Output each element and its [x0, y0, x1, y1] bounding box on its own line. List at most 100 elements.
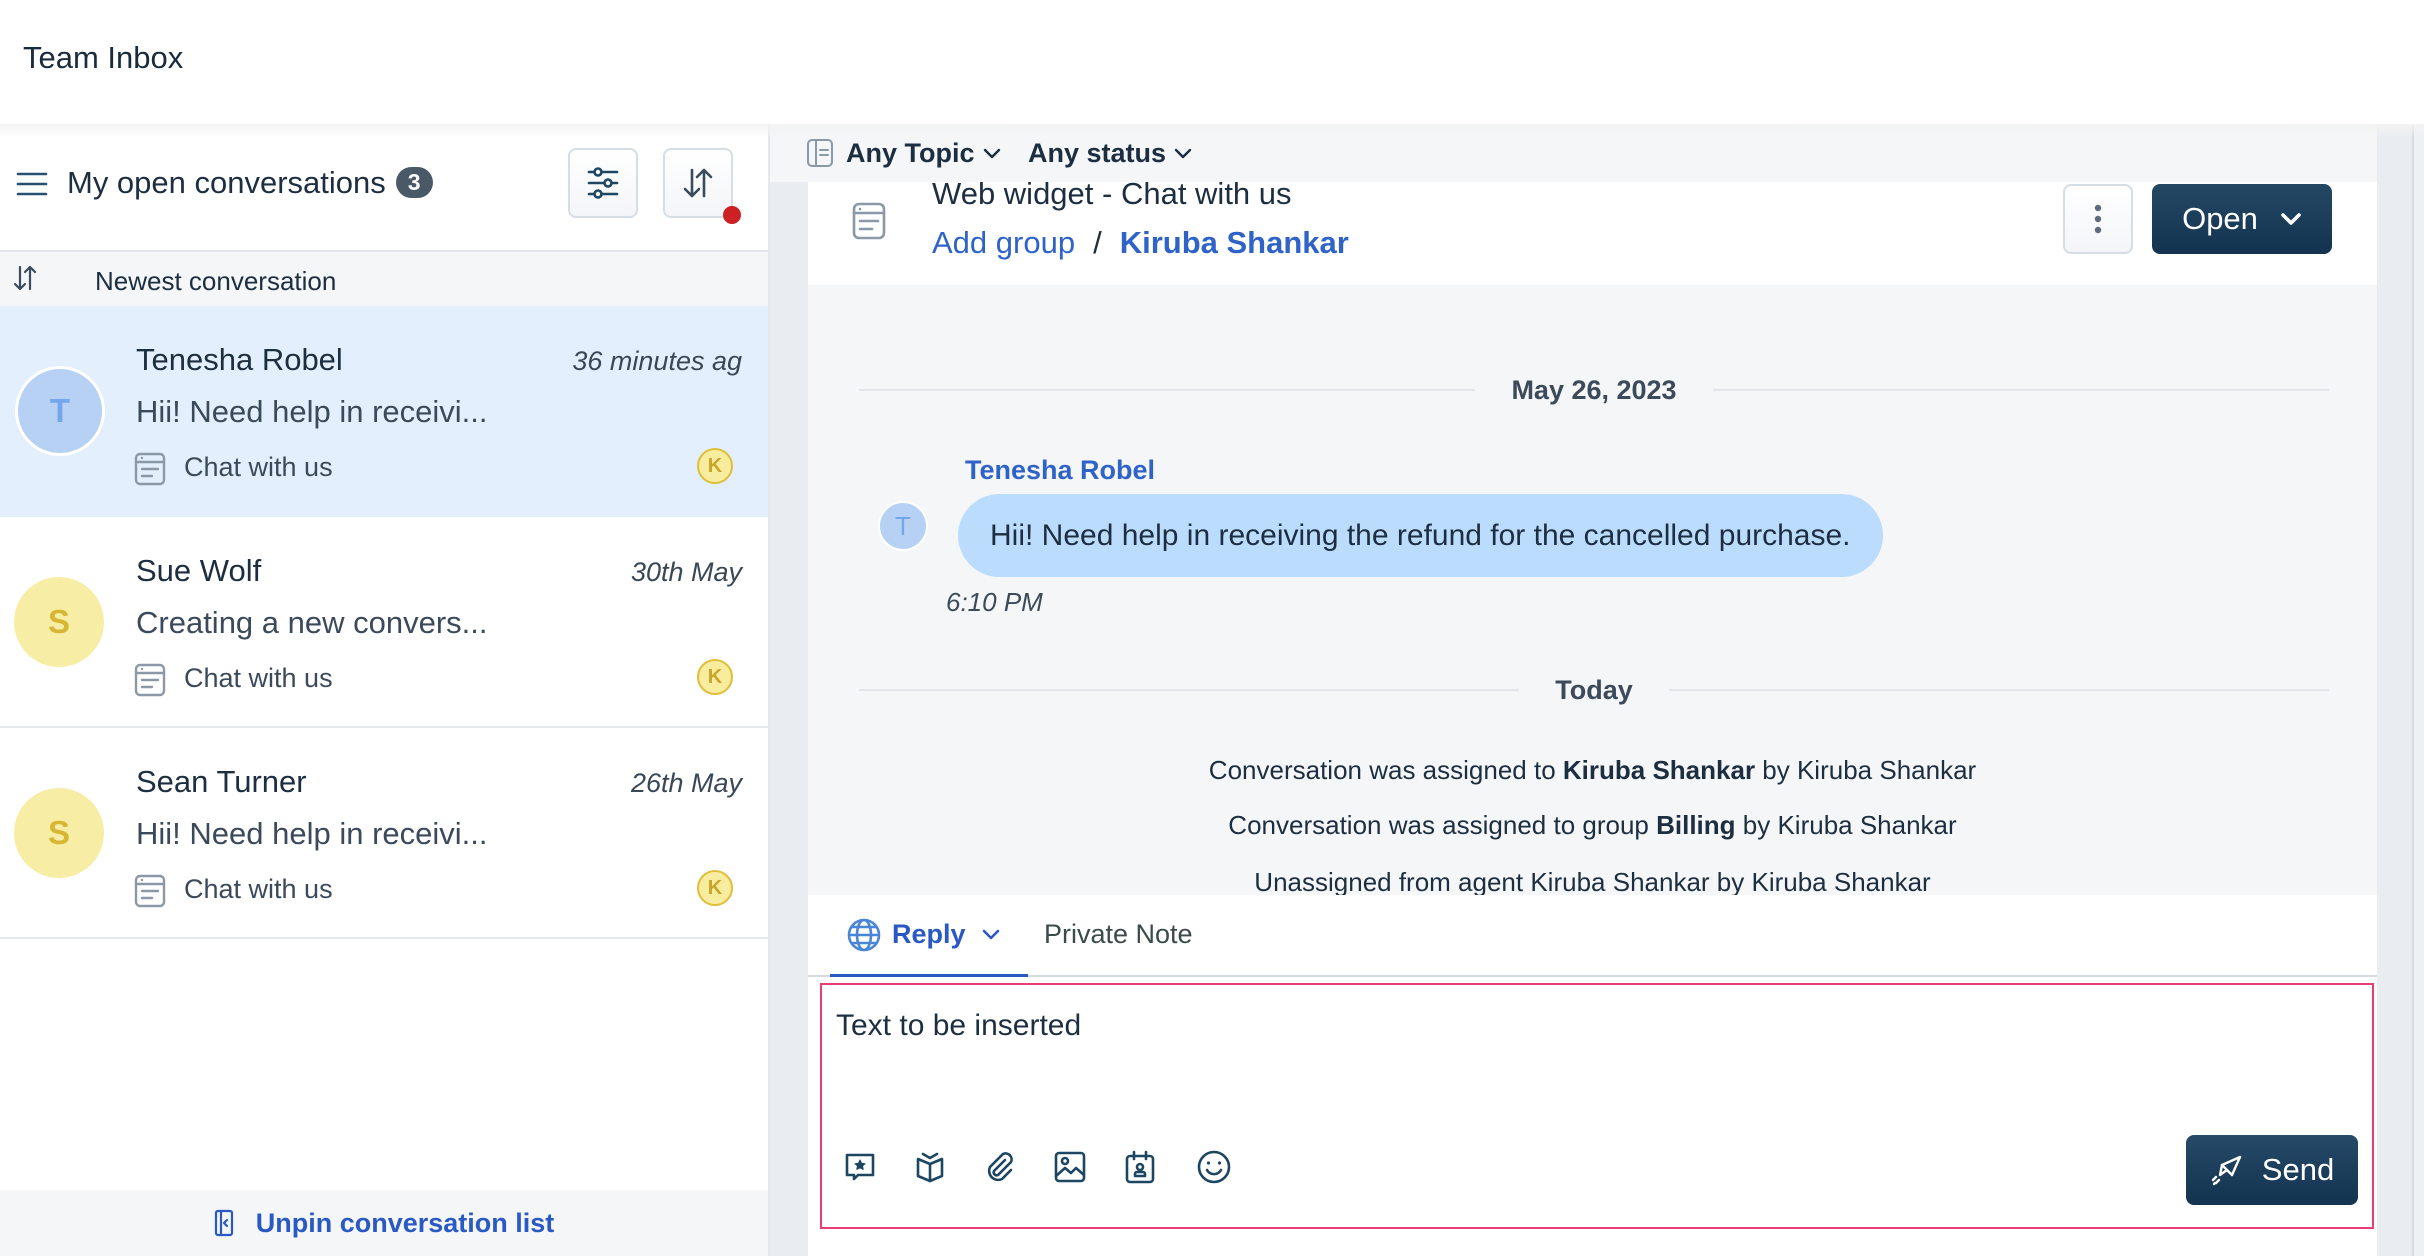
topic-filter-dropdown[interactable]: Any Topic [846, 138, 1001, 169]
image-icon[interactable] [1050, 1147, 1090, 1187]
sort-arrows-icon [681, 166, 715, 200]
unpin-panel-icon [214, 1209, 234, 1237]
status-filter-dropdown[interactable]: Any status [1028, 138, 1192, 169]
more-options-button[interactable] [2063, 184, 2133, 254]
send-label: Send [2261, 1152, 2335, 1187]
activity-message: Unassigned from agent Kiruba Shankar by … [808, 867, 2377, 898]
tab-reply[interactable]: Reply [830, 895, 1028, 977]
sort-row[interactable]: Newest conversation [0, 252, 768, 306]
send-button[interactable]: Send [2186, 1135, 2358, 1205]
reply-input[interactable]: Text to be inserted [836, 1009, 1081, 1043]
activity-text: Conversation was assigned to group [1228, 810, 1657, 840]
date-label: May 26, 2023 [1511, 374, 1677, 405]
page-title: Team Inbox [23, 40, 184, 75]
activity-message: Conversation was assigned to group Billi… [808, 810, 2377, 841]
list-title: My open conversations 3 [67, 165, 433, 201]
conversation-item[interactable]: T Tenesha Robel 36 minutes ag Hii! Need … [0, 306, 768, 517]
contact-name: Tenesha Robel [136, 342, 343, 377]
message-sender: Tenesha Robel [965, 455, 1156, 485]
notification-dot [723, 206, 741, 224]
conversation-time: 30th May [630, 557, 742, 587]
toggle-sidebar-icon[interactable] [806, 138, 834, 168]
contact-name: Sean Turner [136, 764, 307, 799]
filter-button[interactable] [568, 148, 638, 218]
sliders-icon [586, 166, 620, 200]
activity-message: Conversation was assigned to Kiruba Shan… [808, 755, 2377, 786]
filter-bar: Any Topic Any status [770, 124, 2377, 182]
reply-box: Reply Private Note Text to be inserted S… [808, 895, 2377, 1256]
unpin-conversation-list-button[interactable]: Unpin conversation list [0, 1190, 768, 1256]
date-divider: Today [859, 674, 2330, 705]
emoji-icon[interactable] [1194, 1147, 1234, 1187]
inbox-name: Chat with us [184, 452, 333, 482]
date-label: Today [1555, 674, 1633, 705]
status-open-button[interactable]: Open [2152, 184, 2332, 254]
chevron-down-icon [2280, 212, 2302, 226]
agent-avatar: K [697, 448, 733, 484]
kebab-menu-icon [2093, 204, 2103, 234]
sort-button[interactable] [663, 148, 741, 224]
message-bubble: Hii! Need help in receiving the refund f… [958, 494, 1883, 577]
activity-text: by Kiruba Shankar [1755, 755, 1977, 785]
hamburger-icon[interactable] [16, 168, 48, 200]
conversation-item[interactable]: S Sue Wolf 30th May Creating a new conve… [0, 517, 768, 728]
inbox-name: Chat with us [184, 663, 333, 693]
conversation-time: 36 minutes ag [572, 346, 742, 376]
activity-text: by Kiruba Shankar [1735, 810, 1957, 840]
conversation-item[interactable]: S Sean Turner 26th May Hii! Need help in… [0, 728, 768, 939]
assignment-breadcrumb: Add group / Kiruba Shankar [932, 225, 1349, 261]
sort-icon [12, 264, 38, 292]
conversation-header: Web widget - Chat with us Add group / Ki… [808, 176, 2377, 285]
conversation-time: 26th May [630, 768, 742, 798]
web-widget-icon [852, 202, 886, 240]
web-widget-icon [134, 874, 166, 908]
avatar: S [14, 788, 104, 878]
app-header: Team Inbox [0, 0, 2424, 124]
activity-highlight: Kiruba Shankar [1562, 755, 1756, 785]
chevron-down-icon [1174, 148, 1192, 160]
divider-line [859, 389, 1476, 391]
avatar: S [14, 577, 104, 667]
chevron-down-icon[interactable] [982, 929, 1000, 941]
reply-tab-label: Reply [892, 919, 966, 949]
divider-line [1668, 689, 2330, 691]
divider-line [1712, 389, 2329, 391]
conversation-list-panel: My open conversations 3 Newest conversat… [0, 124, 770, 1256]
divider-line [859, 689, 1520, 691]
vertical-scrollbar[interactable] [2412, 124, 2424, 1256]
message-preview: Creating a new convers... [136, 605, 488, 640]
assignee-link[interactable]: Kiruba Shankar [1120, 225, 1349, 261]
conversation-list: T Tenesha Robel 36 minutes ag Hii! Need … [0, 306, 768, 939]
web-widget-icon [134, 452, 166, 486]
agent-avatar: K [697, 659, 733, 695]
conversation-panel: Web widget - Chat with us Add group / Ki… [808, 176, 2377, 1256]
knowledge-base-icon[interactable] [910, 1147, 950, 1187]
web-widget-icon [134, 663, 166, 697]
unpin-label: Unpin conversation list [255, 1207, 555, 1238]
status-filter-label: Any status [1028, 138, 1167, 168]
avatar: T [15, 366, 105, 456]
messages-area[interactable]: May 26, 2023 Tenesha Robel T Hii! Need h… [808, 285, 2377, 995]
calendar-icon[interactable] [1120, 1147, 1160, 1187]
list-header: My open conversations 3 [0, 124, 768, 252]
add-group-link[interactable]: Add group [932, 225, 1075, 261]
message-avatar: T [878, 501, 928, 551]
tab-private-note[interactable]: Private Note [1044, 919, 1193, 950]
canned-response-icon[interactable] [840, 1147, 880, 1187]
main-area: Any Topic Any status Web widget - Chat w… [770, 124, 2424, 1256]
agent-avatar: K [697, 870, 733, 906]
reply-editor[interactable]: Text to be inserted Send [820, 983, 2374, 1229]
globe-icon [846, 917, 882, 953]
open-label: Open [2182, 201, 2258, 236]
count-badge: 3 [395, 167, 433, 198]
list-title-text: My open conversations [67, 165, 386, 200]
attachment-icon[interactable] [980, 1147, 1020, 1187]
reply-tabs: Reply Private Note [808, 895, 2377, 977]
chevron-down-icon [983, 148, 1001, 160]
contact-name: Sue Wolf [136, 553, 262, 588]
sort-label: Newest conversation [95, 266, 337, 296]
activity-text: Conversation was assigned to [1208, 755, 1563, 785]
message-text: Hii! Need help in receiving the refund f… [990, 518, 1851, 552]
date-divider: May 26, 2023 [859, 375, 2329, 405]
message-time: 6:10 PM [946, 587, 1043, 617]
